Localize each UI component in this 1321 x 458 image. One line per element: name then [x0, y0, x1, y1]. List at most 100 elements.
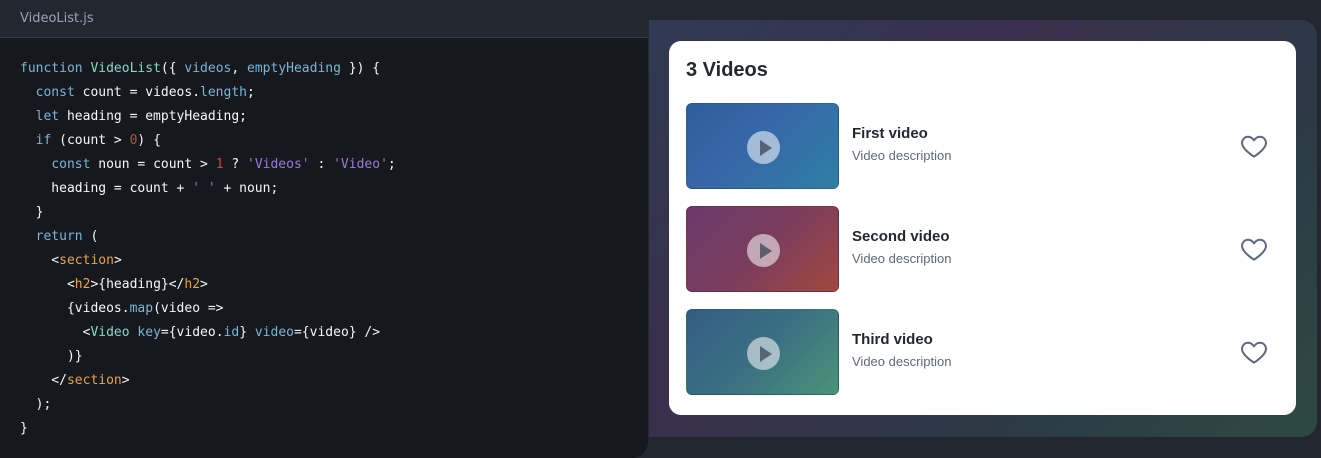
code-token: count = videos. — [82, 85, 201, 100]
code-token: {videos. — [20, 301, 130, 316]
play-icon — [747, 234, 780, 267]
code-token: < — [20, 253, 60, 268]
code-token: (count > — [59, 133, 130, 148]
code-token: Video — [90, 325, 138, 340]
code-token: 1 — [215, 157, 224, 172]
code-token: map — [129, 301, 154, 316]
heart-outline-icon — [1241, 135, 1267, 158]
video-title: Third video — [852, 331, 933, 348]
code-line: heading = count + ' ' + noun; — [20, 177, 648, 201]
preview-panel: 3 Videos First video Video description S… — [649, 20, 1317, 437]
code-line: </section> — [20, 369, 648, 393]
code-token: (video => — [153, 301, 224, 316]
code-line: } — [20, 201, 648, 225]
code-line: return ( — [20, 225, 648, 249]
like-button[interactable] — [1239, 234, 1269, 264]
code-content[interactable]: function VideoList({ videos, emptyHeadin… — [0, 38, 648, 441]
preview-card: 3 Videos First video Video description S… — [669, 41, 1296, 415]
code-line: const count = videos.length; — [20, 81, 648, 105]
code-token: h2 — [184, 277, 201, 292]
code-token: > — [200, 277, 208, 292]
code-token: section — [59, 253, 114, 268]
code-token: key — [137, 325, 161, 340]
code-token: ={video. — [160, 325, 224, 340]
video-description: Video description — [852, 148, 952, 163]
code-line: function VideoList({ videos, emptyHeadin… — [20, 57, 648, 81]
code-token: if — [35, 133, 60, 148]
code-token: : — [309, 157, 334, 172]
code-line: if (count > 0) { — [20, 129, 648, 153]
code-token: video — [254, 325, 294, 340]
code-token: } — [20, 421, 28, 436]
code-line: <h2>{heading}</h2> — [20, 273, 648, 297]
code-token: length — [200, 85, 247, 100]
code-line: ); — [20, 393, 648, 417]
code-token: < — [20, 277, 75, 292]
code-line: <Video key={video.id} video={video} /> — [20, 321, 648, 345]
code-token: return — [35, 229, 83, 244]
code-token: 'Video' — [333, 157, 388, 172]
code-token: > — [121, 373, 130, 388]
code-token: ={video} /> — [293, 325, 381, 340]
code-token: } — [239, 325, 255, 340]
code-token: > — [113, 253, 122, 268]
heart-outline-icon — [1241, 238, 1267, 261]
code-token: id — [223, 325, 240, 340]
code-token: VideoList — [90, 61, 161, 76]
code-token: function — [20, 61, 91, 76]
code-token: }) { — [340, 61, 381, 76]
tab-filename[interactable]: VideoList.js — [20, 11, 94, 26]
code-token: ? — [223, 157, 247, 172]
video-thumbnail[interactable] — [686, 309, 839, 395]
video-item: Second video Video description — [686, 206, 1280, 292]
code-token: 'Videos' — [247, 157, 310, 172]
play-icon — [747, 337, 780, 370]
code-token: heading = count + — [20, 181, 193, 196]
video-description: Video description — [852, 354, 952, 369]
code-token: ( — [82, 229, 99, 244]
video-thumbnail[interactable] — [686, 206, 839, 292]
code-token: let — [35, 109, 67, 124]
video-title: Second video — [852, 228, 950, 245]
code-line: } — [20, 417, 648, 441]
code-token: </ — [20, 373, 67, 388]
code-token: videos — [184, 61, 232, 76]
code-token: ; — [387, 157, 396, 172]
code-token: ({ — [160, 61, 185, 76]
code-line: const noun = count > 1 ? 'Videos' : 'Vid… — [20, 153, 648, 177]
code-editor-panel: VideoList.js function VideoList({ videos… — [0, 0, 648, 458]
code-token: heading = emptyHeading; — [66, 109, 247, 124]
video-description: Video description — [852, 251, 952, 266]
code-token: noun = count > — [98, 157, 216, 172]
code-token: , — [231, 61, 248, 76]
code-token: >{heading}</ — [90, 277, 185, 292]
code-token: const — [51, 157, 99, 172]
code-line: {videos.map(video => — [20, 297, 648, 321]
code-token: h2 — [74, 277, 91, 292]
play-icon — [747, 131, 780, 164]
video-item: Third video Video description — [686, 309, 1280, 395]
code-token: ); — [20, 397, 52, 412]
code-token: ; — [247, 85, 255, 100]
code-token: ) { — [137, 133, 161, 148]
video-thumbnail[interactable] — [686, 103, 839, 189]
code-token: ' ' — [192, 181, 216, 196]
preview-heading: 3 Videos — [686, 59, 768, 81]
like-button[interactable] — [1239, 337, 1269, 367]
video-item: First video Video description — [686, 103, 1280, 189]
like-button[interactable] — [1239, 131, 1269, 161]
code-line: <section> — [20, 249, 648, 273]
code-token: } — [20, 205, 44, 220]
code-token: < — [20, 325, 91, 340]
code-token: emptyHeading — [247, 61, 341, 76]
code-token: + noun; — [215, 181, 279, 196]
code-line: let heading = emptyHeading; — [20, 105, 648, 129]
code-token: section — [66, 373, 122, 388]
code-token: const — [35, 85, 83, 100]
code-token: )} — [20, 349, 83, 364]
code-line: )} — [20, 345, 648, 369]
